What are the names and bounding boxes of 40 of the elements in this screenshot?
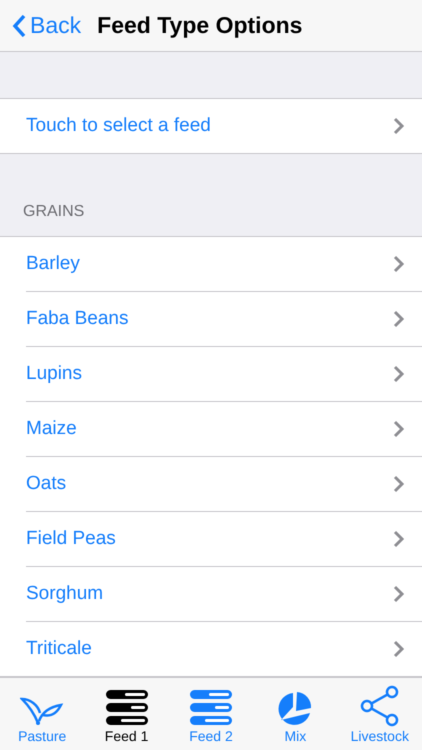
feed-row[interactable]: Sorghum xyxy=(26,567,422,622)
select-feed-row[interactable]: Touch to select a feed xyxy=(0,98,422,154)
feed-row[interactable]: Oats xyxy=(26,457,422,512)
back-chevron-icon xyxy=(12,14,26,38)
row-label: Maize xyxy=(26,416,77,441)
feed-row[interactable]: Faba Beans xyxy=(26,292,422,347)
feed-row[interactable]: Maize xyxy=(26,402,422,457)
chevron-icon xyxy=(393,530,404,548)
share-icon xyxy=(358,685,401,727)
row-label: Oats xyxy=(26,472,66,496)
row-label: Sorghum xyxy=(26,582,104,606)
row-label: Lupins xyxy=(26,362,82,386)
back-label: Back xyxy=(30,11,82,40)
feed-row[interactable]: Barley xyxy=(26,237,422,292)
chevron-icon xyxy=(393,117,404,135)
chevron-icon xyxy=(393,475,404,493)
list-bars-icon xyxy=(188,689,233,727)
pie-chart-icon xyxy=(277,691,314,727)
tab[interactable]: Pasture xyxy=(0,678,84,750)
feed-row[interactable]: Lupins xyxy=(26,347,422,402)
tab[interactable]: Feed 1 xyxy=(84,678,169,750)
back-button[interactable]: Back xyxy=(12,8,82,43)
window-title: Feed Type Options xyxy=(97,11,302,40)
list-bars-icon xyxy=(104,689,149,727)
feed-row[interactable]: Field Peas xyxy=(26,512,422,567)
chevron-icon xyxy=(393,255,404,273)
tab[interactable]: Livestock xyxy=(338,678,422,750)
row-label: Field Peas xyxy=(26,526,116,551)
chevron-icon xyxy=(393,420,404,438)
chevron-icon xyxy=(393,640,404,658)
row-label: Faba Beans xyxy=(26,306,128,331)
chevron-icon xyxy=(393,365,404,383)
section-header: GRAINS xyxy=(23,202,84,222)
tab[interactable]: Mix xyxy=(253,678,338,750)
row-label: Touch to select a feed xyxy=(26,114,211,138)
row-label: Triticale xyxy=(26,636,92,661)
chevron-icon xyxy=(393,310,404,328)
row-label: Barley xyxy=(26,252,80,276)
tab[interactable]: Feed 2 xyxy=(168,678,254,750)
chevron-icon xyxy=(393,585,404,603)
